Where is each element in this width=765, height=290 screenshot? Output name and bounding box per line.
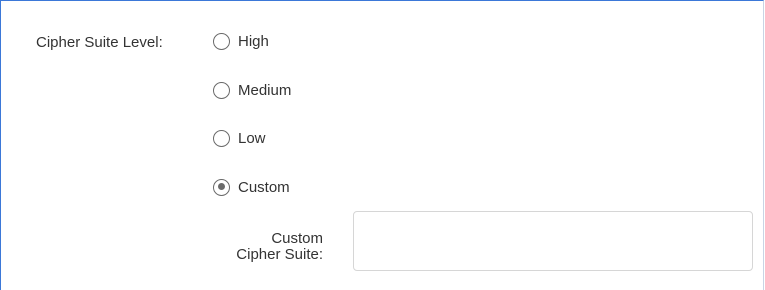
radio-label-high: High bbox=[238, 32, 269, 50]
custom-cipher-suite-label-line1: Custom bbox=[271, 230, 323, 247]
radio-option-low[interactable]: Low bbox=[213, 127, 266, 149]
radio-option-high[interactable]: High bbox=[213, 30, 269, 52]
radio-button-medium[interactable] bbox=[213, 81, 230, 99]
radio-label-low: Low bbox=[238, 129, 266, 147]
radio-button-high[interactable] bbox=[213, 32, 230, 50]
custom-cipher-suite-label-line2: Cipher Suite: bbox=[236, 246, 323, 263]
radio-option-medium[interactable]: Medium bbox=[213, 79, 291, 101]
radio-label-custom: Custom bbox=[238, 178, 290, 196]
cipher-suite-panel: Cipher Suite Level: High Medium Low Cust… bbox=[0, 0, 764, 290]
radio-button-custom[interactable] bbox=[213, 178, 230, 196]
cipher-suite-level-label: Cipher Suite Level: bbox=[36, 34, 163, 51]
radio-label-medium: Medium bbox=[238, 81, 292, 99]
custom-cipher-suite-input[interactable] bbox=[353, 211, 753, 271]
radio-option-custom[interactable]: Custom bbox=[213, 176, 290, 198]
custom-cipher-suite-label: Custom Cipher Suite: bbox=[201, 231, 323, 263]
radio-button-low[interactable] bbox=[213, 129, 230, 147]
